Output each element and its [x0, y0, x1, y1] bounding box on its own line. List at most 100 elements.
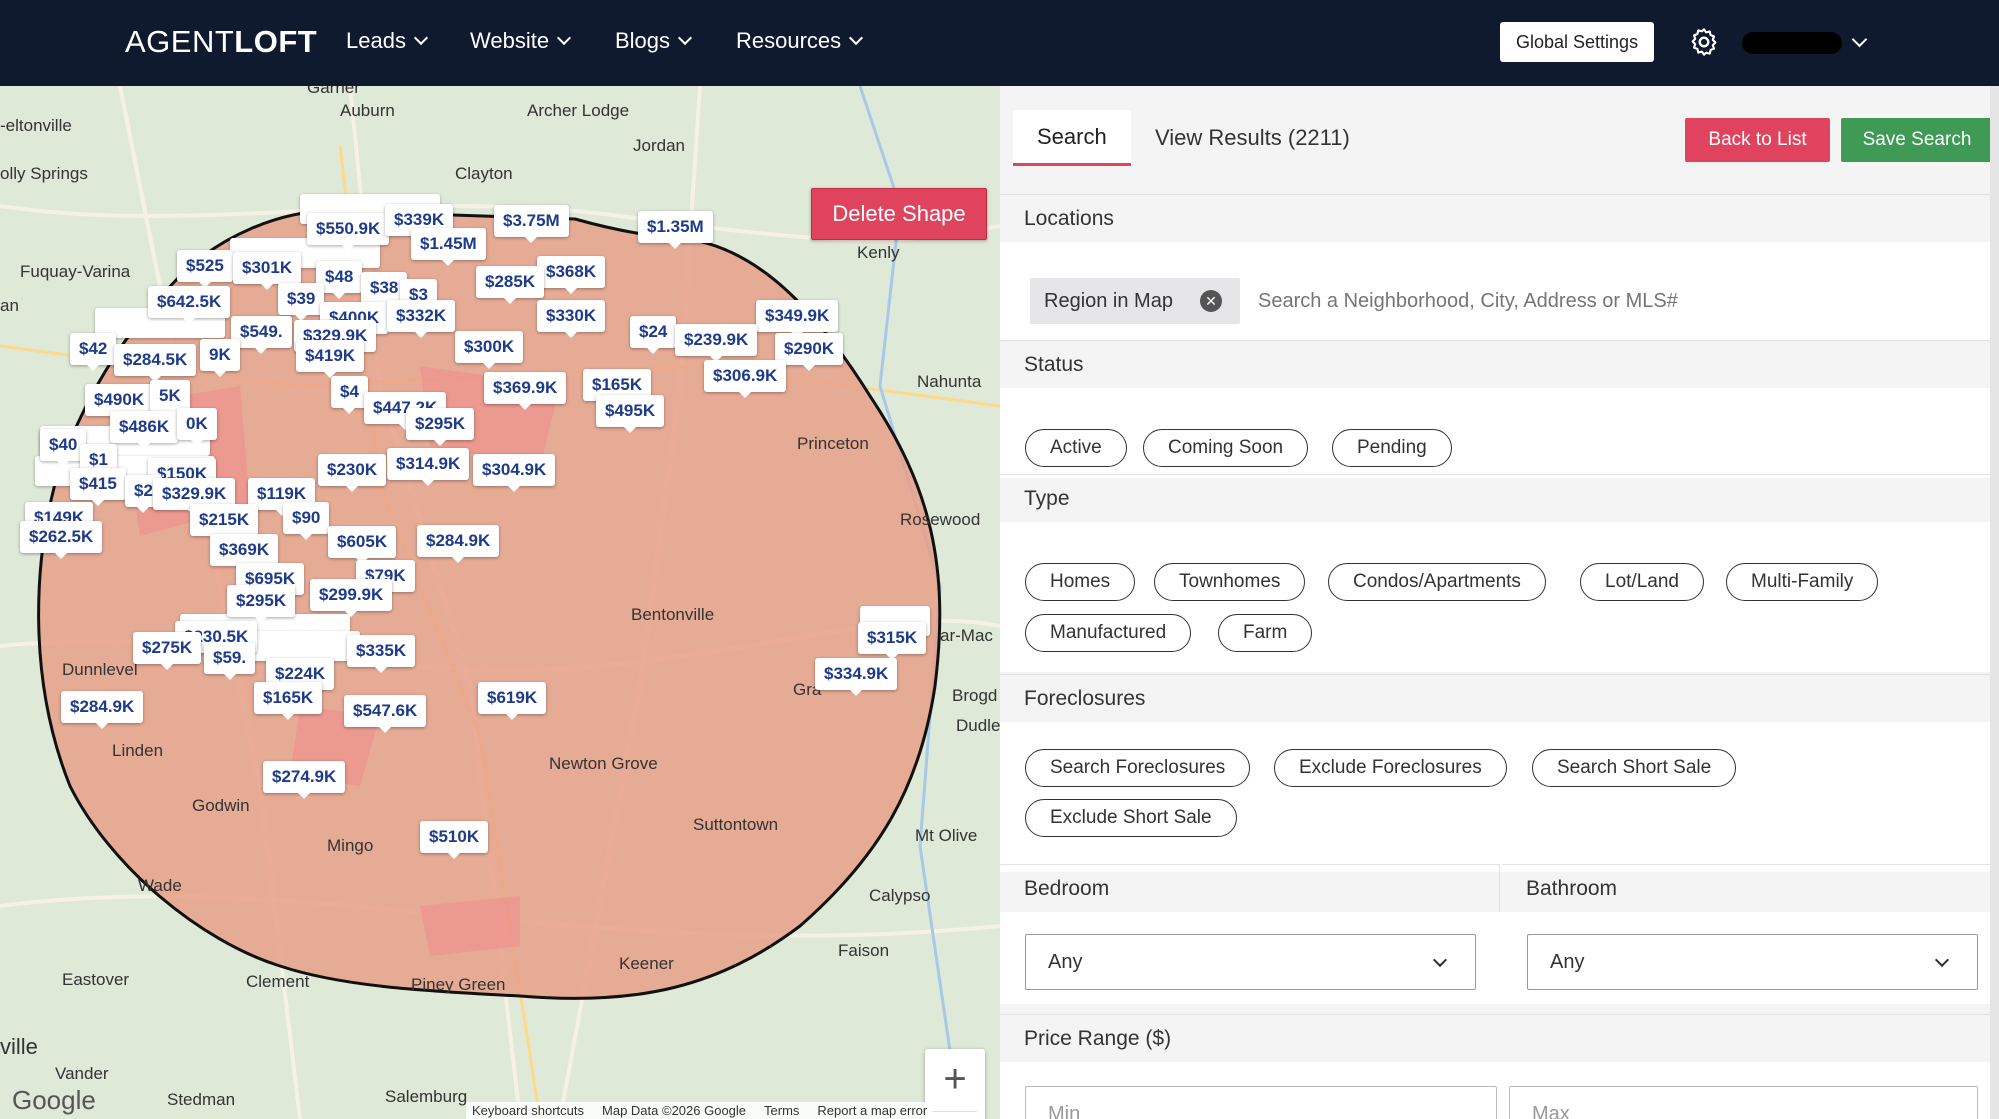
- location-search-input[interactable]: [1258, 280, 1978, 322]
- price-pin[interactable]: $274.9K: [263, 761, 346, 799]
- zoom-in-button[interactable]: +: [925, 1049, 985, 1109]
- price-min-input[interactable]: Min: [1025, 1086, 1497, 1119]
- price-pin[interactable]: $605K: [328, 526, 397, 564]
- price-pin[interactable]: $4: [331, 376, 368, 414]
- price-pin[interactable]: $39: [278, 283, 325, 321]
- price-pin[interactable]: $42: [70, 333, 117, 371]
- price-pin[interactable]: $90: [283, 502, 330, 540]
- panel-scrollbar[interactable]: [1990, 86, 1999, 1119]
- price-pin[interactable]: $315K: [858, 622, 927, 660]
- price-pin[interactable]: $59.: [204, 642, 256, 680]
- price-pin[interactable]: $300K: [455, 331, 524, 369]
- status-pending-chip[interactable]: Pending: [1332, 429, 1452, 467]
- type-manufactured-chip[interactable]: Manufactured: [1025, 614, 1192, 652]
- price-pin[interactable]: $285K: [476, 266, 545, 304]
- delete-shape-button[interactable]: Delete Shape: [811, 188, 987, 240]
- exclude-short-sale-chip[interactable]: Exclude Short Sale: [1025, 799, 1237, 837]
- user-avatar[interactable]: [1742, 32, 1842, 54]
- price-pin[interactable]: $642.5K: [148, 286, 231, 324]
- price-pin[interactable]: $284.5K: [114, 344, 197, 382]
- place-label: Keener: [619, 954, 674, 973]
- exclude-foreclosures-chip[interactable]: Exclude Foreclosures: [1274, 749, 1507, 787]
- price-pin[interactable]: $314.9K: [387, 448, 470, 486]
- place-label: Garner: [307, 86, 360, 97]
- status-active-chip[interactable]: Active: [1025, 429, 1127, 467]
- price-pin[interactable]: $275K: [133, 632, 202, 670]
- search-foreclosures-chip[interactable]: Search Foreclosures: [1025, 749, 1251, 787]
- chevron-down-icon[interactable]: [1851, 31, 1868, 48]
- price-pin[interactable]: $547.6K: [344, 695, 427, 733]
- place-label: Eastover: [62, 970, 130, 989]
- price-pin[interactable]: $368K: [537, 256, 606, 294]
- price-pin[interactable]: $510K: [420, 821, 489, 859]
- price-pin[interactable]: $165K: [254, 682, 323, 720]
- price-pin[interactable]: $549.: [231, 316, 292, 354]
- search-short-sale-chip[interactable]: Search Short Sale: [1532, 749, 1737, 787]
- price-pin[interactable]: $306.9K: [704, 360, 787, 398]
- price-pin[interactable]: $284.9K: [61, 691, 144, 729]
- close-icon[interactable]: ✕: [1200, 290, 1222, 312]
- price-pin[interactable]: $1.45M: [411, 228, 486, 266]
- price-pin[interactable]: $369.9K: [484, 372, 567, 410]
- type-farm-chip[interactable]: Farm: [1218, 614, 1313, 652]
- global-settings-button[interactable]: Global Settings: [1500, 22, 1655, 62]
- price-pin[interactable]: $419K: [296, 340, 365, 378]
- tab-view-results[interactable]: View Results (2211): [1155, 110, 1350, 166]
- price-pin[interactable]: $239.9K: [675, 324, 758, 362]
- type-multi-family-chip[interactable]: Multi-Family: [1726, 563, 1879, 601]
- bedroom-select[interactable]: Any: [1025, 934, 1476, 990]
- nav-leads[interactable]: Leads: [346, 28, 429, 54]
- price-pin[interactable]: $334.9K: [815, 658, 898, 696]
- place-label: Dudle: [956, 716, 1000, 735]
- save-search-button[interactable]: Save Search: [1841, 118, 1993, 162]
- keyboard-shortcuts-link[interactable]: Keyboard shortcuts: [472, 1103, 584, 1118]
- zoom-out-button[interactable]: −: [925, 1112, 985, 1119]
- price-pin[interactable]: $304.9K: [473, 454, 556, 492]
- price-pin[interactable]: $486K: [110, 411, 179, 449]
- place-label: Nahunta: [917, 372, 982, 391]
- report-map-error-link[interactable]: Report a map error: [817, 1103, 927, 1118]
- place-label: Clayton: [455, 164, 513, 183]
- agentloft-logo[interactable]: AGENTLOFT: [125, 24, 317, 60]
- price-pin[interactable]: 0K: [177, 408, 217, 446]
- type-condos-chip[interactable]: Condos/Apartments: [1328, 563, 1546, 601]
- price-pin[interactable]: $230K: [318, 454, 387, 492]
- price-pin[interactable]: $301K: [233, 252, 302, 290]
- price-pin[interactable]: $349.9K: [756, 300, 839, 338]
- price-pin[interactable]: $415: [70, 468, 126, 506]
- place-label: Brogd: [952, 686, 998, 705]
- terms-link[interactable]: Terms: [764, 1103, 799, 1118]
- price-pin[interactable]: $335K: [347, 635, 416, 673]
- status-coming-soon-chip[interactable]: Coming Soon: [1143, 429, 1309, 467]
- price-pin[interactable]: $284.9K: [417, 525, 500, 563]
- back-to-list-button[interactable]: Back to List: [1685, 118, 1830, 162]
- price-max-input[interactable]: Max: [1509, 1086, 1978, 1119]
- tab-search[interactable]: Search: [1013, 110, 1131, 166]
- price-pin[interactable]: $3.75M: [494, 205, 569, 243]
- place-label: Vander: [55, 1064, 109, 1083]
- map[interactable]: Auburn Archer Lodge Jordan Clayton Fuqua…: [0, 86, 1000, 1119]
- price-pin[interactable]: $550.9K: [307, 213, 390, 251]
- price-pin[interactable]: 9K: [200, 339, 240, 377]
- type-townhomes-chip[interactable]: Townhomes: [1154, 563, 1306, 601]
- price-pin[interactable]: $24: [630, 316, 677, 354]
- price-pin[interactable]: $215K: [190, 504, 259, 542]
- gear-icon[interactable]: [1688, 26, 1720, 58]
- price-pin[interactable]: $330K: [537, 300, 606, 338]
- price-pin[interactable]: $295K: [406, 408, 475, 446]
- price-pin[interactable]: $495K: [596, 395, 665, 433]
- nav-blogs[interactable]: Blogs: [615, 28, 693, 54]
- bathroom-select[interactable]: Any: [1527, 934, 1978, 990]
- price-pin[interactable]: $1.35M: [638, 211, 713, 249]
- price-pin[interactable]: $619K: [478, 682, 547, 720]
- price-pin[interactable]: $369K: [210, 534, 279, 572]
- price-pin[interactable]: $332K: [387, 300, 456, 338]
- price-pin[interactable]: $262.5K: [20, 521, 103, 559]
- nav-website[interactable]: Website: [470, 28, 572, 54]
- price-pin[interactable]: $525: [177, 250, 233, 288]
- nav-resources[interactable]: Resources: [736, 28, 864, 54]
- type-homes-chip[interactable]: Homes: [1025, 563, 1136, 601]
- type-lot-land-chip[interactable]: Lot/Land: [1580, 563, 1704, 601]
- price-pin[interactable]: $295K: [227, 585, 296, 623]
- price-pin[interactable]: $299.9K: [310, 579, 393, 617]
